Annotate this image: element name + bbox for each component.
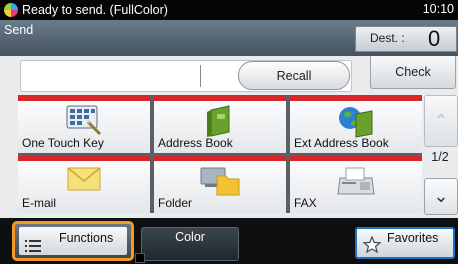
key-label: Ext Address Book — [294, 136, 389, 150]
key-label: FAX — [294, 196, 317, 210]
page-title: Send — [4, 23, 34, 37]
dest-label: Dest. : — [370, 31, 405, 45]
header: Send Dest. : 0 — [0, 20, 458, 56]
status-bar: Ready to send. (FullColor) 10:10 — [0, 0, 458, 20]
page-up-button[interactable]: ⌃ — [424, 95, 458, 147]
text-caret — [200, 65, 201, 87]
chevron-up-icon: ⌃ — [433, 110, 449, 131]
fax-icon — [337, 167, 375, 195]
key-accent-bar — [18, 95, 150, 101]
key-label: One Touch Key — [22, 136, 104, 150]
key-accent-bar — [154, 95, 286, 101]
one-touch-key-button[interactable]: One Touch Key — [18, 95, 150, 153]
key-accent-bar — [290, 95, 422, 101]
key-label: E-mail — [22, 196, 57, 210]
status-area: Ready to send. (FullColor) — [4, 2, 168, 18]
fax-button[interactable]: FAX — [290, 155, 422, 213]
chevron-down-icon: ⌄ — [433, 186, 449, 206]
ext-address-book-icon — [339, 107, 373, 138]
folder-icon — [200, 167, 240, 196]
address-book-button[interactable]: Address Book — [154, 95, 286, 153]
address-book-icon — [207, 105, 230, 137]
star-icon — [363, 236, 381, 254]
check-button[interactable]: Check — [370, 56, 456, 89]
key-label: Folder — [158, 196, 193, 210]
color-button[interactable]: Color — [135, 227, 239, 263]
corner-icon — [135, 253, 145, 263]
one-touch-key-icon — [66, 105, 102, 136]
functions-label: Functions — [59, 231, 114, 245]
folder-button[interactable]: Folder — [154, 155, 286, 213]
ext-address-book-button[interactable]: Ext Address Book — [290, 95, 422, 153]
inner: Functions — [19, 227, 127, 255]
email-icon — [67, 167, 101, 191]
dest-count: 0 — [428, 26, 441, 51]
destination-counter: Dest. : 0 — [355, 26, 457, 52]
key-accent-bar — [154, 155, 286, 161]
key-label: Address Book — [158, 136, 233, 150]
color-label: Color — [175, 230, 205, 244]
page-down-button[interactable]: ⌄ — [424, 178, 458, 215]
key-accent-bar — [290, 155, 422, 161]
page-indicator: 1/2 — [431, 150, 449, 164]
email-button[interactable]: E-mail — [18, 155, 150, 213]
favorites-button[interactable]: Favorites — [355, 227, 455, 259]
favorites-label: Favorites — [387, 231, 439, 245]
destination-grid: One Touch Key Address Book Ext Address B… — [18, 95, 422, 213]
clock: 10:10 — [422, 2, 454, 16]
key-accent-bar — [18, 155, 150, 161]
bottom-bar: Functions Color Favorites — [0, 218, 458, 264]
status-text: Ready to send. (FullColor) — [22, 3, 168, 17]
list-icon — [25, 240, 41, 252]
functions-button[interactable]: Functions — [12, 221, 134, 261]
recall-button[interactable]: Recall — [238, 61, 350, 90]
send-screen: Ready to send. (FullColor) 10:10 Send De… — [0, 0, 458, 264]
color-status-icon — [4, 3, 18, 17]
